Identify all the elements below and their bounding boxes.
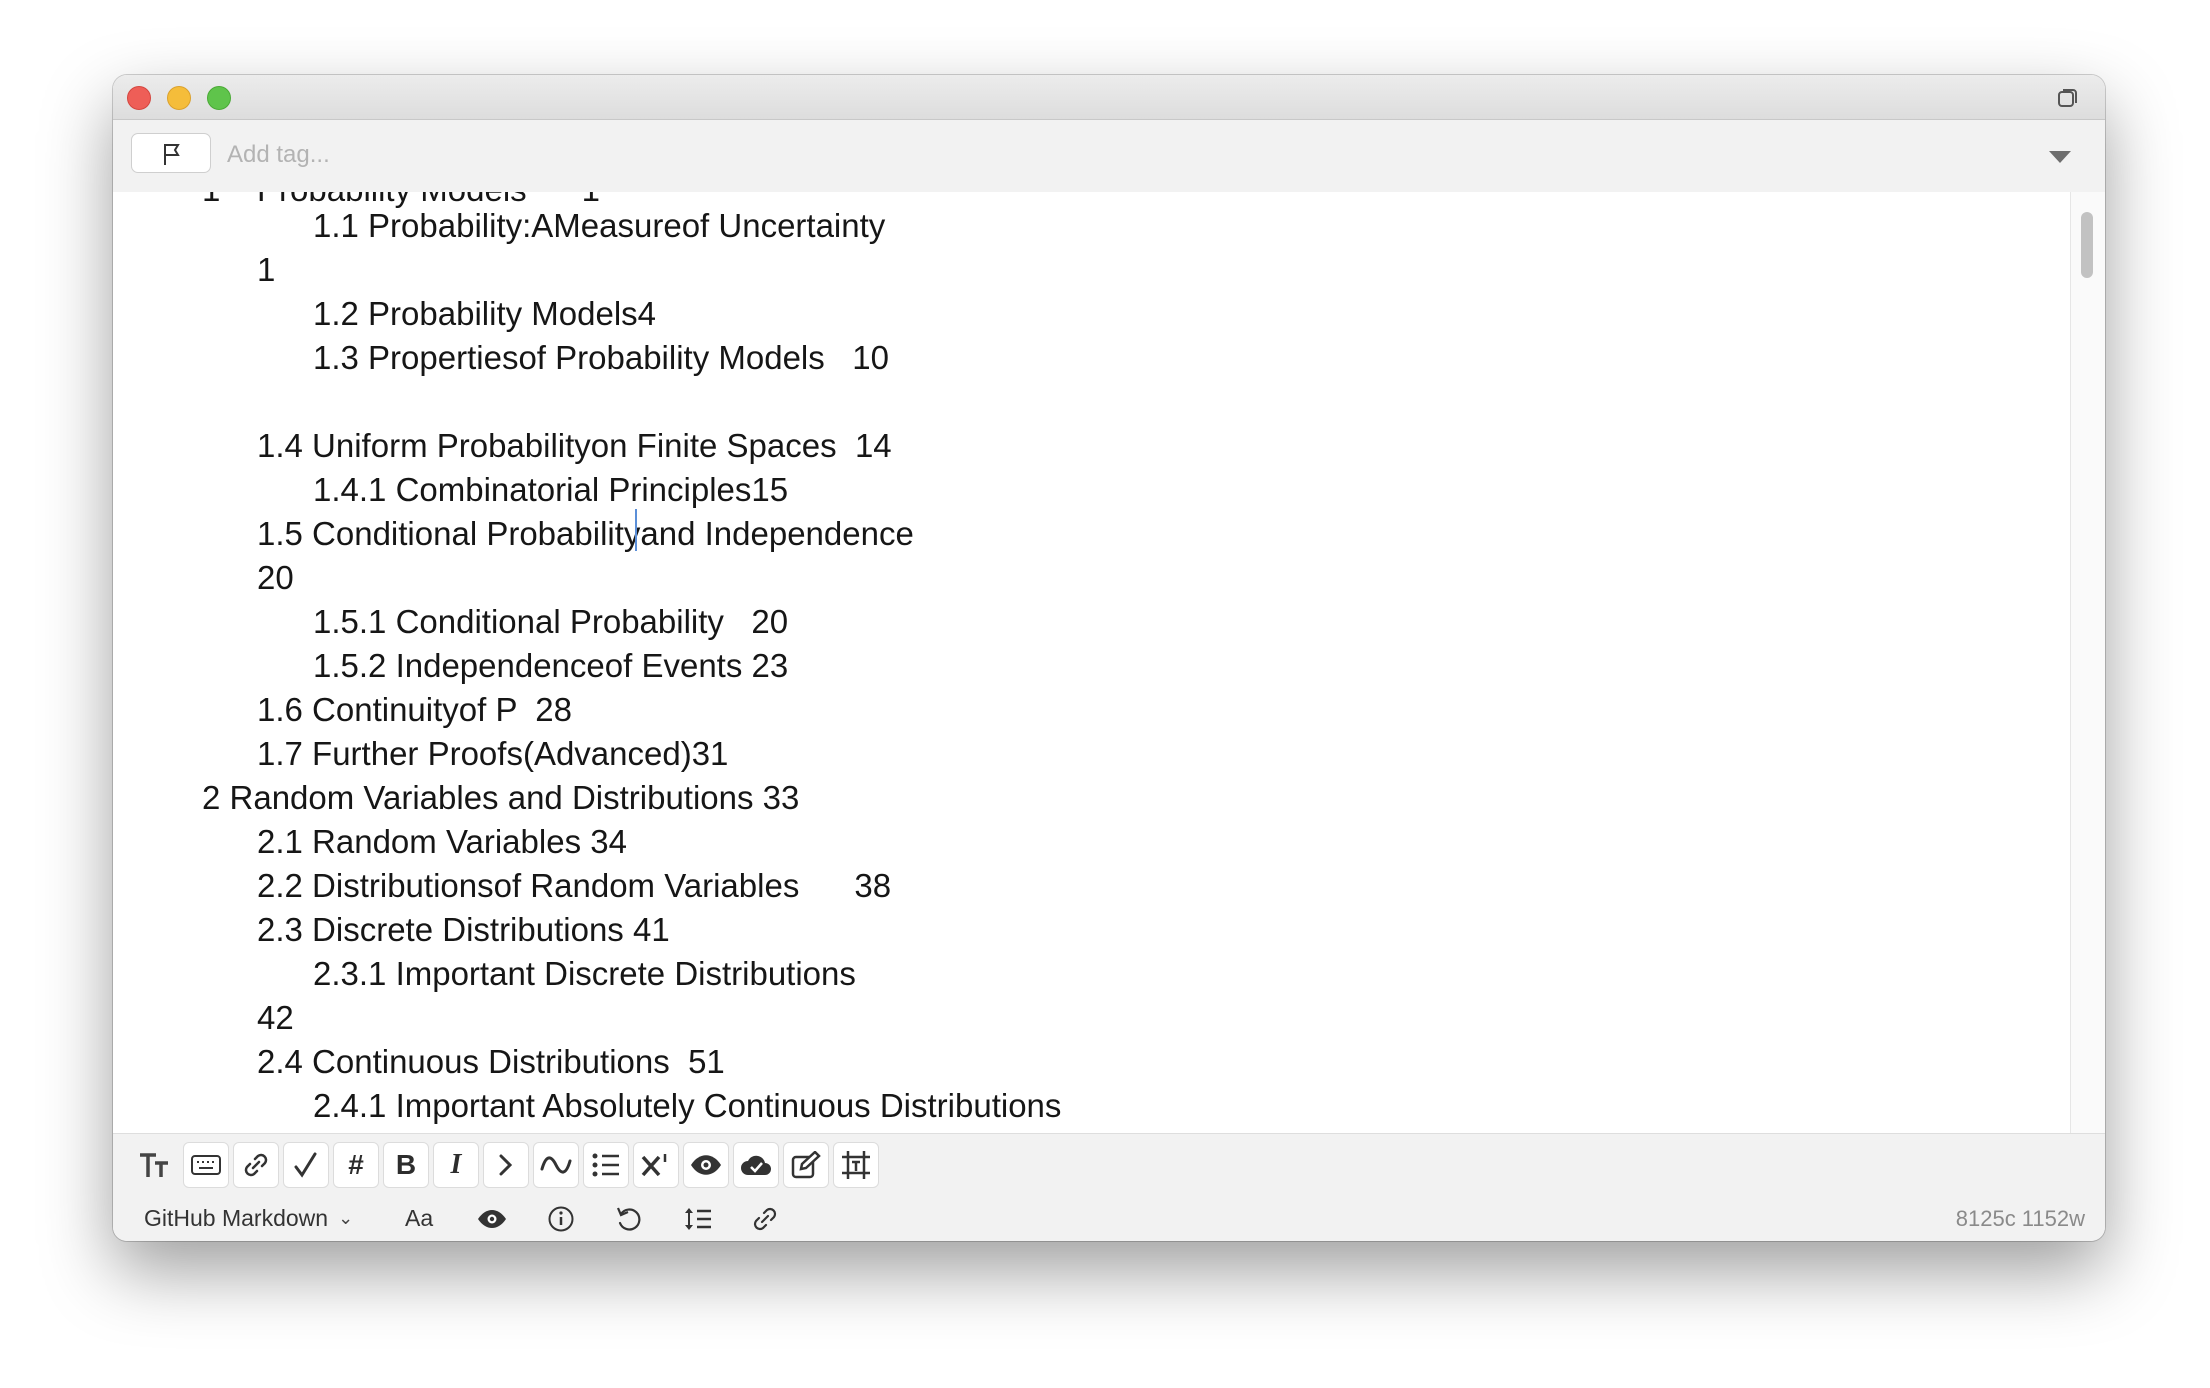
document-line: 1.1 Probability:AMeasureof Uncertainty [313,207,886,244]
document-line: 1.5.1 Conditional Probability 20 [313,603,789,640]
history-icon[interactable] [615,1196,643,1241]
chevron-down-icon: ⌄ [338,1208,354,1228]
document-line: 1.4 Uniform Probabilityon Finite Spaces … [257,427,892,464]
minimize-window-button[interactable] [167,86,191,110]
preview-eye-icon[interactable] [683,1142,729,1188]
document-line: 20 [257,559,294,596]
document-line: 1.5 Conditional Probabilityand Independe… [257,515,914,552]
duplicate-window-icon[interactable] [2057,87,2079,109]
keyboard-icon[interactable] [183,1142,229,1188]
strikethrough-icon[interactable] [533,1142,579,1188]
italic-icon[interactable]: I [433,1142,479,1188]
document-line: 1.7 Further Proofs(Advanced)31 [257,735,729,772]
format-toolbar: # B I [113,1133,2105,1196]
info-icon[interactable] [547,1196,575,1241]
hashtag-label: # [348,1149,364,1180]
bold-icon[interactable]: B [383,1142,429,1188]
document-line: 2.2 Distributionsof Random Variables 38 [257,867,892,904]
document-line: 2 Random Variables and Distributions 33 [202,779,800,816]
font-settings-label: Aa [405,1205,434,1231]
document-line: 2.3.1 Important Discrete Distributions [313,955,856,992]
font-settings-button[interactable]: Aa [405,1196,433,1241]
scrollbar-thumb[interactable] [2081,212,2093,278]
hashtag-icon[interactable]: # [333,1142,379,1188]
link-icon[interactable] [233,1142,279,1188]
edit-icon[interactable] [783,1142,829,1188]
link-icon[interactable] [751,1196,779,1241]
title-bar [113,75,2105,120]
status-bar: GitHub Markdown ⌄ Aa 8125c 1152w [113,1196,2105,1241]
frame-icon[interactable] [833,1142,879,1188]
close-window-button[interactable] [127,86,151,110]
tag-bar [113,120,2105,192]
superscript-icon[interactable] [633,1142,679,1188]
document-line: 1.6 Continuityof P 28 [257,691,572,728]
bold-label: B [395,1149,417,1180]
document-line: 1.5.2 Independenceof Events 23 [313,647,789,684]
document-line: 2.1 Random Variables 34 [257,823,627,860]
document-line: 42 [257,999,294,1036]
document-line: 1.3 Propertiesof Probability Models 10 [313,339,889,376]
document-line: 2.4 Continuous Distributions 51 [257,1043,725,1080]
document-line: 1.4.1 Combinatorial Principles15 [313,471,789,508]
zoom-window-button[interactable] [207,86,231,110]
flag-icon [164,144,180,165]
quote-chevron-icon[interactable] [483,1142,529,1188]
document-line: 1 [257,251,276,288]
line-spacing-icon[interactable] [683,1196,713,1241]
tag-dropdown-icon[interactable] [2049,151,2071,163]
editor-window: 1 Probability Models 1 1.1 Probability:A… [113,75,2105,1241]
add-tag-input[interactable] [225,134,1929,176]
checkmark-icon[interactable] [283,1142,329,1188]
document-line: 2.3 Discrete Distributions 41 [257,911,670,948]
text-format-icon[interactable] [133,1142,179,1188]
flag-button[interactable] [131,133,211,173]
list-icon[interactable] [583,1142,629,1188]
document-editor[interactable]: 1 Probability Models 1 1.1 Probability:A… [113,192,2069,1208]
italic-label: I [450,1149,462,1180]
document-line: 1.2 Probability Models4 [313,295,657,332]
cloud-icon[interactable] [733,1142,779,1188]
character-word-count: 8125c 1152w [1955,1205,2085,1231]
markdown-mode-label: GitHub Markdown [144,1205,329,1231]
preview-eye-icon[interactable] [477,1196,507,1241]
markdown-mode-select[interactable]: GitHub Markdown ⌄ [144,1196,353,1241]
document-line: 2.4.1 Important Absolutely Continuous Di… [313,1087,1062,1124]
text-cursor [635,509,637,551]
vertical-scrollbar[interactable] [2070,192,2105,1208]
